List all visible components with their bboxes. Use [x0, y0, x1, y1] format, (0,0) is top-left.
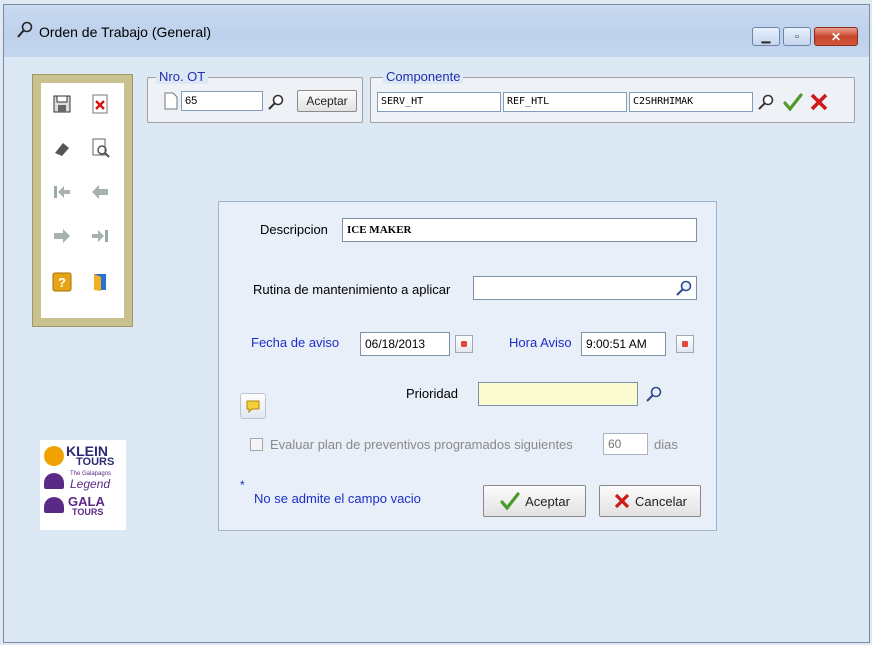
required-asterisk: * [240, 478, 245, 492]
componente-search-button[interactable] [755, 91, 777, 112]
gala-logo-icon [44, 497, 64, 513]
print-preview-icon [92, 138, 110, 158]
search-icon [758, 94, 774, 110]
evaluar-label: Evaluar plan de preventivos programados … [270, 437, 573, 452]
nro-ot-accept-button[interactable]: Aceptar [297, 90, 357, 112]
calendar-icon [461, 341, 467, 347]
save-icon [53, 95, 71, 113]
componente-cancel-button[interactable] [807, 90, 831, 113]
componente-group: Componente SERV_HT REF_HTL C2SHRHIMAK [370, 69, 855, 123]
help-button[interactable]: ? [47, 267, 77, 297]
svg-text:?: ? [58, 275, 66, 290]
evaluar-days-input[interactable]: 60 [603, 433, 648, 455]
logo-text-4: Legend [70, 477, 111, 491]
comment-button[interactable] [240, 393, 266, 419]
save-button[interactable] [47, 89, 77, 119]
search-icon [268, 94, 284, 110]
first-record-button[interactable] [47, 177, 77, 207]
fecha-aviso-input[interactable]: 06/18/2013 [360, 332, 450, 356]
componente-legend: Componente [383, 69, 464, 84]
checkmark-icon [500, 492, 520, 511]
componente-field-1[interactable]: SERV_HT [377, 92, 501, 112]
rutina-label: Rutina de mantenimiento a aplicar [253, 282, 451, 297]
speech-bubble-icon [246, 400, 260, 414]
magnifier-title-icon [17, 21, 33, 38]
hora-aviso-input[interactable]: 9:00:51 AM [581, 332, 666, 356]
prioridad-input[interactable] [478, 382, 638, 406]
work-order-window: Orden de Trabajo (General) ▁ ▫ ✕ ? Nro. … [3, 4, 870, 643]
previous-record-button[interactable] [85, 177, 115, 207]
record-toolbar: ? [32, 74, 133, 327]
erase-button[interactable] [47, 133, 77, 163]
search-icon [646, 386, 662, 402]
minimize-icon: ▁ [761, 31, 771, 43]
clock-icon [682, 341, 688, 347]
exit-door-icon [94, 274, 106, 291]
hora-aviso-label: Hora Aviso [509, 335, 572, 350]
close-button[interactable]: ✕ [814, 27, 858, 46]
last-record-button[interactable] [85, 221, 115, 251]
hora-aviso-clock-button[interactable] [676, 335, 694, 353]
accept-button[interactable]: Aceptar [483, 485, 586, 517]
evaluar-checkbox[interactable] [250, 438, 263, 451]
work-order-form-panel: Descripcion ICE MAKER Rutina de mantenim… [218, 201, 717, 531]
fecha-aviso-calendar-button[interactable] [455, 335, 473, 353]
client-area: ? Nro. OT 65 Aceptar Componente SERV_HT … [4, 57, 869, 642]
nro-ot-legend: Nro. OT [156, 69, 209, 84]
fecha-aviso-label: Fecha de aviso [251, 335, 340, 350]
maximize-button[interactable]: ▫ [783, 27, 811, 46]
document-icon [164, 92, 178, 110]
descripcion-label: Descripcion [260, 222, 328, 237]
red-x-icon [614, 493, 630, 509]
descripcion-input[interactable]: ICE MAKER [342, 218, 697, 242]
nro-ot-group: Nro. OT 65 Aceptar [147, 69, 363, 123]
window-title: Orden de Trabajo (General) [39, 24, 211, 40]
eraser-icon [55, 143, 69, 156]
cancel-button-label: Cancelar [634, 493, 688, 509]
rutina-input[interactable] [473, 276, 697, 300]
next-arrow-icon [54, 229, 70, 243]
cancel-button[interactable]: Cancelar [599, 485, 701, 517]
required-field-note: No se admite el campo vacio [254, 491, 421, 506]
delete-x-icon [92, 94, 108, 114]
klein-tours-logo: KLEIN TOURS The Galapagos Legend GALA TO… [40, 440, 126, 530]
prioridad-search-button[interactable] [643, 384, 665, 404]
nro-ot-input[interactable]: 65 [181, 91, 263, 111]
next-record-button[interactable] [47, 221, 77, 251]
dias-label: dias [654, 437, 678, 452]
legend-logo-icon [44, 473, 64, 489]
sun-logo-icon [44, 446, 64, 466]
preview-button[interactable] [85, 133, 115, 163]
search-icon [676, 280, 692, 296]
accept-button-label: Aceptar [525, 493, 570, 509]
logo-text-6: TOURS [72, 507, 104, 517]
red-x-icon [810, 93, 828, 110]
nro-ot-search-button[interactable] [265, 91, 287, 112]
maximize-icon: ▫ [795, 30, 799, 43]
componente-confirm-button[interactable] [781, 90, 805, 113]
exit-button[interactable] [85, 267, 115, 297]
toolbar-inner: ? [41, 83, 124, 318]
last-record-icon [92, 230, 108, 242]
first-record-icon [54, 186, 70, 198]
previous-arrow-icon [92, 185, 108, 199]
componente-field-3[interactable]: C2SHRHIMAK [629, 92, 753, 112]
logo-text-2: TOURS [76, 456, 115, 468]
help-icon: ? [52, 272, 72, 292]
delete-button[interactable] [85, 89, 115, 119]
minimize-button[interactable]: ▁ [752, 27, 780, 46]
rutina-search-button[interactable] [675, 279, 693, 297]
close-icon: ✕ [830, 29, 842, 44]
checkmark-icon [783, 92, 803, 112]
prioridad-label: Prioridad [406, 386, 459, 401]
componente-field-2[interactable]: REF_HTL [503, 92, 627, 112]
